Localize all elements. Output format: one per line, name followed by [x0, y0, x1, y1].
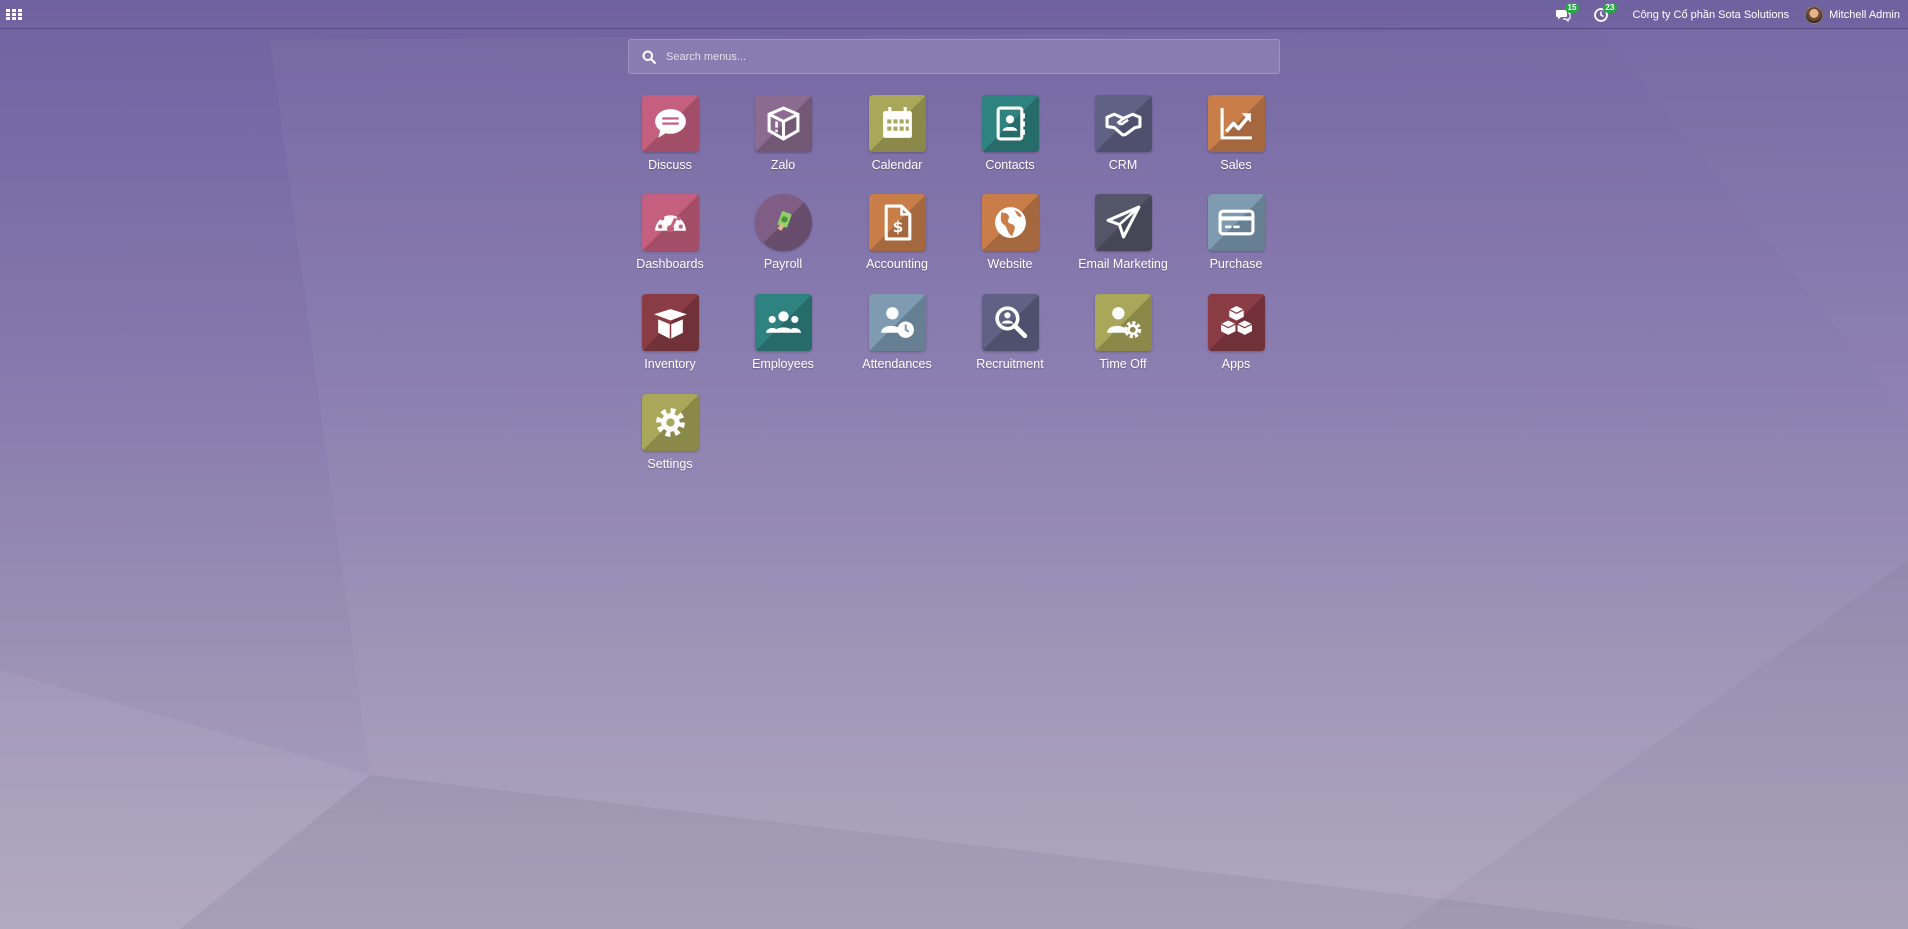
app-tile [641, 194, 699, 251]
app-tile [868, 95, 926, 152]
systray: 15 23 Công ty Cổ phần Sota Solutions Mit… [1555, 0, 1908, 29]
app-tile [754, 194, 812, 251]
app-tile [1094, 95, 1152, 152]
app-label: Email Marketing [1078, 257, 1168, 271]
app-label: Apps [1221, 357, 1251, 371]
app-tile [1094, 194, 1152, 251]
app-settings[interactable]: Settings [620, 394, 720, 471]
app-tile [1207, 95, 1265, 152]
app-label: Dashboards [636, 257, 704, 271]
user-menu[interactable]: Mitchell Admin [1805, 0, 1900, 29]
company-name: Công ty Cổ phần Sota Solutions [1632, 8, 1790, 21]
background-facets [0, 30, 1908, 929]
app-calendar[interactable]: Calendar [847, 95, 947, 172]
discuss-systray[interactable]: 15 [1555, 0, 1580, 29]
cash-icon [776, 211, 792, 231]
app-label: Settings [647, 457, 693, 471]
user-gear-icon [1106, 307, 1141, 339]
app-dashboards[interactable]: Dashboards [620, 194, 720, 271]
app-recruitment[interactable]: Recruitment [960, 294, 1060, 371]
app-tile [981, 194, 1039, 251]
app-purchase[interactable]: Purchase [1186, 194, 1286, 271]
app-tile [868, 294, 926, 351]
magnifier-icon [994, 306, 1027, 339]
app-tile [641, 294, 699, 351]
app-apps[interactable]: Apps [1186, 294, 1286, 371]
cubes-icon [1220, 306, 1252, 335]
app-contacts[interactable]: Contacts [960, 95, 1060, 172]
app-email-marketing[interactable]: Email Marketing [1073, 194, 1173, 271]
app-label: Recruitment [976, 357, 1044, 371]
app-inventory[interactable]: Inventory [620, 294, 720, 371]
user-name: Mitchell Admin [1829, 8, 1900, 21]
discuss-count-badge: 15 [1564, 3, 1580, 13]
app-zalo[interactable]: Zalo [733, 95, 833, 172]
handshake-icon [1105, 112, 1141, 137]
app-tile [754, 95, 812, 152]
trend-chart-icon [1220, 108, 1252, 140]
app-sales[interactable]: Sales [1186, 95, 1286, 172]
app-employees[interactable]: Employees [733, 294, 833, 371]
app-label: Accounting [866, 257, 928, 271]
globe-icon [994, 207, 1026, 238]
activity-count-badge: 23 [1602, 3, 1618, 13]
app-tile [754, 294, 812, 351]
app-label: Time Off [1099, 357, 1147, 371]
speedometer-icon [654, 211, 686, 233]
app-label: Website [987, 257, 1033, 271]
package-icon [767, 106, 799, 141]
credit-card-icon [1218, 209, 1254, 236]
address-book-icon [996, 106, 1025, 141]
app-label: Purchase [1209, 257, 1263, 271]
app-label: Discuss [648, 158, 692, 172]
chat-bubble-icon [654, 109, 686, 138]
open-box-icon [653, 309, 687, 339]
top-navbar: 15 23 Công ty Cổ phần Sota Solutions Mit… [0, 0, 1908, 29]
search-icon [642, 50, 656, 64]
gear-icon [655, 408, 685, 437]
app-tile [641, 95, 699, 152]
avatar [1805, 5, 1824, 24]
app-label: Calendar [871, 158, 923, 172]
app-label: Contacts [985, 158, 1035, 172]
app-tile [1207, 294, 1265, 351]
invoice-dollar-icon: $ [884, 204, 911, 241]
svg-text:$: $ [892, 218, 903, 236]
app-label: Employees [752, 357, 814, 371]
app-label: Inventory [644, 357, 696, 371]
users-icon [765, 311, 801, 333]
app-tile [1207, 194, 1265, 251]
app-accounting[interactable]: $ Accounting [847, 194, 947, 271]
app-tile [641, 394, 699, 451]
app-tile [981, 294, 1039, 351]
app-label: Sales [1220, 158, 1252, 172]
app-grid-toggle-icon[interactable] [6, 5, 22, 23]
app-crm[interactable]: CRM [1073, 95, 1173, 172]
app-label: Attendances [862, 357, 932, 371]
company-switcher[interactable]: Công ty Cổ phần Sota Solutions [1633, 0, 1790, 29]
app-payroll[interactable]: Payroll [733, 194, 833, 271]
app-tile [981, 95, 1039, 152]
app-label: Payroll [763, 257, 803, 271]
paper-plane-icon [1106, 205, 1140, 239]
app-label: CRM [1108, 158, 1138, 172]
user-clock-icon [880, 307, 914, 338]
app-discuss[interactable]: Discuss [620, 95, 720, 172]
app-label: Zalo [770, 158, 796, 172]
app-tile: $ [868, 194, 926, 251]
app-attendances[interactable]: Attendances [847, 294, 947, 371]
activity-systray[interactable]: 23 [1593, 0, 1618, 29]
app-tile [1094, 294, 1152, 351]
calendar-icon [882, 107, 912, 138]
search-bar [628, 39, 1280, 74]
search-input[interactable] [666, 50, 1246, 63]
app-website[interactable]: Website [960, 194, 1060, 271]
app-time-off[interactable]: Time Off [1073, 294, 1173, 371]
